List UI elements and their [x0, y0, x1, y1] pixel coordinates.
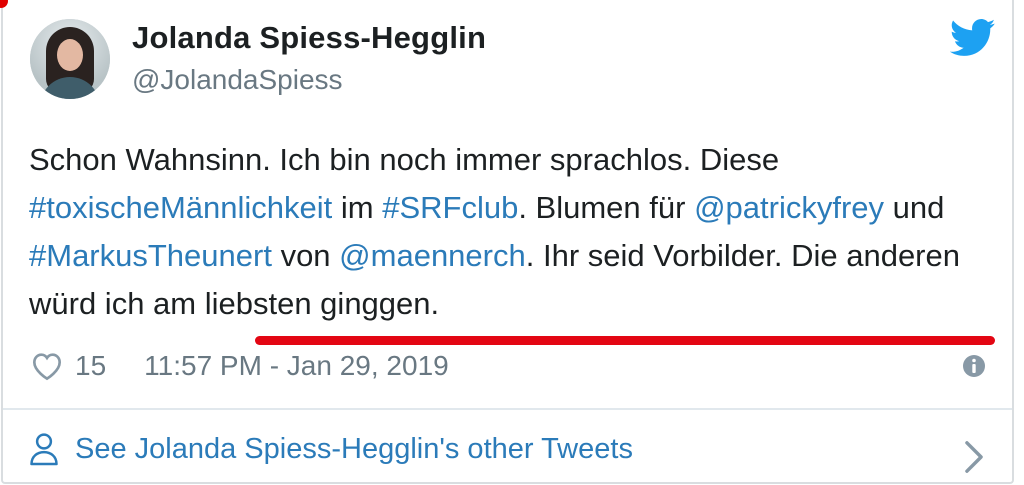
- divider: [3, 408, 1012, 410]
- see-other-tweets-label: See Jolanda Spiess-Hegglin's other Tweet…: [75, 432, 633, 465]
- tweet-link[interactable]: @patrickyfrey: [694, 190, 884, 225]
- author-handle[interactable]: @JolandaSpiess: [132, 64, 343, 96]
- tweet-meta: 15 11:57 PM - Jan 29, 2019: [31, 348, 449, 384]
- tweet-text: Schon Wahnsinn. Ich bin noch immer sprac…: [29, 136, 1004, 328]
- tweet-text-segment: von: [271, 238, 340, 273]
- avatar[interactable]: [30, 19, 110, 99]
- tweet-text-segment: im: [332, 190, 383, 225]
- tweet-text-segment: Schon Wahnsinn. Ich bin noch immer sprac…: [29, 142, 780, 177]
- embedded-tweet-card: Jolanda Spiess-Hegglin @JolandaSpiess Sc…: [0, 0, 1024, 485]
- red-highlight-underline: [255, 336, 995, 345]
- tweet-text-segment: . Blumen für: [518, 190, 695, 225]
- twitter-bird-icon[interactable]: [950, 18, 996, 58]
- chevron-right-icon[interactable]: [963, 440, 985, 474]
- tweet-text-segment: und: [884, 190, 945, 225]
- tweet-link[interactable]: @maennerch: [339, 238, 526, 273]
- info-icon[interactable]: [962, 354, 986, 378]
- heart-icon[interactable]: [31, 351, 63, 381]
- see-other-tweets-link[interactable]: See Jolanda Spiess-Hegglin's other Tweet…: [29, 432, 633, 466]
- tweet-link[interactable]: #toxischeMännlichkeit: [29, 190, 332, 225]
- person-icon: [30, 433, 58, 466]
- tweet-link[interactable]: #MarkusTheunert: [29, 238, 272, 273]
- like-count: 15: [75, 350, 107, 381]
- tweet-link[interactable]: #SRFclub: [382, 190, 518, 225]
- author-name[interactable]: Jolanda Spiess-Hegglin: [132, 20, 486, 56]
- tweet-timestamp[interactable]: 11:57 PM - Jan 29, 2019: [144, 350, 449, 382]
